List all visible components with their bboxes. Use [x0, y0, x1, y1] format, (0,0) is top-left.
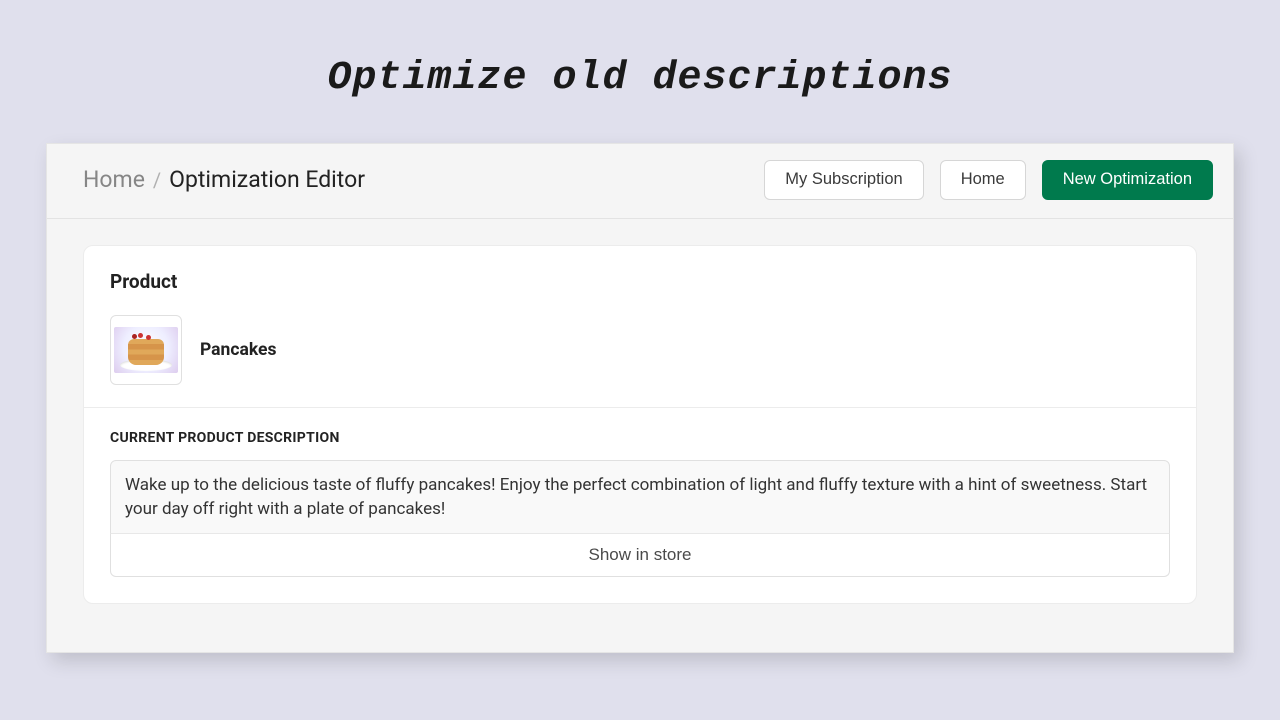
- app-header: Home / Optimization Editor My Subscripti…: [47, 144, 1233, 219]
- breadcrumb: Home / Optimization Editor: [83, 166, 365, 193]
- product-section: Product Pancakes: [84, 246, 1196, 408]
- home-button[interactable]: Home: [940, 160, 1026, 200]
- product-name: Pancakes: [200, 340, 276, 360]
- product-thumbnail: [110, 315, 182, 385]
- show-in-store-button[interactable]: Show in store: [110, 533, 1170, 577]
- product-section-title: Product: [110, 270, 1170, 293]
- pancakes-image: [114, 327, 178, 373]
- my-subscription-button[interactable]: My Subscription: [764, 160, 923, 200]
- page-heading: Optimize old descriptions: [0, 0, 1280, 143]
- breadcrumb-current: Optimization Editor: [169, 166, 365, 193]
- new-optimization-button[interactable]: New Optimization: [1042, 160, 1213, 200]
- current-description-text: Wake up to the delicious taste of fluffy…: [110, 460, 1170, 534]
- product-row: Pancakes: [110, 315, 1170, 385]
- app-window: Home / Optimization Editor My Subscripti…: [46, 143, 1234, 653]
- header-buttons: My Subscription Home New Optimization: [764, 160, 1213, 200]
- description-section-label: CURRENT PRODUCT DESCRIPTION: [110, 430, 1170, 446]
- content-card: Product Pancakes CURRENT PRODUCT DESCRIP…: [83, 245, 1197, 604]
- breadcrumb-home[interactable]: Home: [83, 166, 145, 193]
- breadcrumb-separator: /: [153, 168, 161, 192]
- description-section: CURRENT PRODUCT DESCRIPTION Wake up to t…: [84, 408, 1196, 603]
